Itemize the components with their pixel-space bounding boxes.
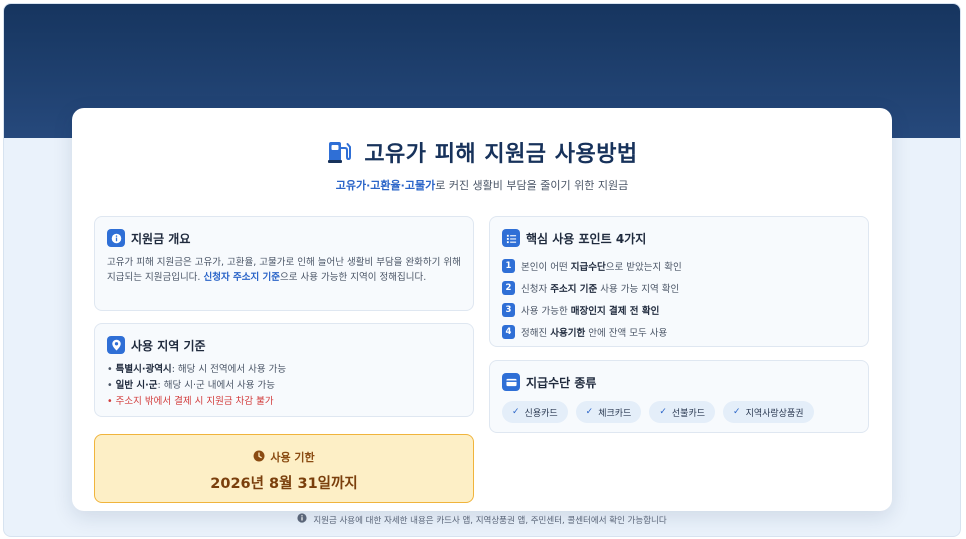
list-item: 3 사용 가능한 매장인지 결제 전 확인 — [502, 299, 856, 321]
check-icon: ✓ — [659, 407, 667, 417]
fuel-pump-icon — [326, 139, 352, 165]
point-text-part: 본인이 어떤 — [521, 262, 571, 273]
points-section: 핵심 사용 포인트 4가지 1 본인이 어떤 지급수단으로 받았는지 확인 2 신청… — [489, 216, 869, 347]
point-text-bold: 지급수단 — [570, 262, 606, 273]
deadline-head: 사용 기한 — [95, 449, 473, 465]
region-warning: • 주소지 밖에서 결제 시 지원금 차감 불가 — [107, 396, 274, 407]
card-icon — [502, 373, 520, 391]
point-text-bold: 사용기한 — [550, 328, 586, 339]
point-text-bold: 매장인지 결제 전 확인 — [570, 306, 660, 317]
chip-label: 지역사랑상품권 — [745, 408, 804, 419]
region-item-bold: 일반 시·군 — [115, 380, 158, 391]
check-icon: ✓ — [585, 407, 594, 417]
clock-icon — [253, 450, 265, 465]
point-text-part: 정해진 — [521, 328, 551, 339]
chip-label: 선불카드 — [671, 408, 706, 419]
overview-text: 고유가 피해 지원금은 고유가, 고환율, 고물가로 인해 늘어난 생활비 부담… — [107, 255, 461, 285]
region-warning-text: 주소지 밖에서 결제 시 지원금 차감 불가 — [115, 396, 274, 407]
info-icon — [107, 229, 125, 247]
overview-highlight: 신청자 주소지 기준 — [203, 272, 281, 283]
point-text-part: 사용 가능 지역 확인 — [597, 284, 680, 295]
page-frame: 고유가 피해 지원금 사용방법 고유가·고환율·고물가로 커진 생활비 부담을 … — [3, 3, 961, 537]
chip-local-voucher: ✓ 지역사랑상품권 — [723, 401, 814, 423]
deadline-label: 사용 기한 — [270, 451, 315, 464]
checklist-icon — [502, 229, 520, 247]
check-icon: ✓ — [733, 407, 741, 417]
location-pin-icon — [107, 336, 125, 354]
methods-title: 지급수단 종류 — [526, 375, 597, 390]
title-row: 고유가 피해 지원금 사용방법 — [72, 136, 892, 168]
point-text-part: 신청자 — [521, 284, 551, 295]
region-title: 사용 지역 기준 — [131, 338, 206, 353]
chip-prepaid-card: ✓ 선불카드 — [649, 401, 716, 423]
point-number: 2 — [502, 281, 515, 295]
chip-list: ✓ 신용카드 ✓ 체크카드 ✓ 선불카드 ✓ 지역사랑상품권 — [502, 401, 856, 423]
region-item-text: : 해당 시 전역에서 사용 가능 — [171, 364, 287, 375]
page-subtitle: 고유가·고환율·고물가로 커진 생활비 부담을 줄이기 위한 지원금 — [72, 177, 892, 193]
point-text: 정해진 사용기한 안에 잔액 모두 사용 — [521, 325, 667, 339]
point-number: 1 — [502, 259, 515, 273]
deadline-box: 사용 기한 2026년 8월 31일까지 — [94, 434, 474, 503]
subtitle-text: 로 커진 생활비 부담을 줄이기 위한 지원금 — [435, 179, 629, 192]
point-text: 본인이 어떤 지급수단으로 받았는지 확인 — [521, 259, 682, 273]
chip-check-card: ✓ 체크카드 — [575, 401, 642, 423]
list-item: • 일반 시·군: 해당 시·군 내에서 사용 가능 — [107, 380, 275, 391]
region-item-text: : 해당 시·군 내에서 사용 가능 — [157, 380, 275, 391]
overview-title: 지원금 개요 — [131, 231, 191, 246]
point-text-part: 안에 잔액 모두 사용 — [585, 328, 668, 339]
overview-section: 지원금 개요 고유가 피해 지원금은 고유가, 고환율, 고물가로 인해 늘어난… — [94, 216, 474, 311]
point-text: 사용 가능한 매장인지 결제 전 확인 — [521, 303, 659, 317]
info-icon — [297, 513, 307, 526]
footer-note: 지원금 사용에 대한 자세한 내용은 카드사 앱, 지역상품권 앱, 주민센터,… — [4, 513, 960, 526]
list-item: 4 정해진 사용기한 안에 잔액 모두 사용 — [502, 321, 856, 343]
subtitle-highlight: 고유가·고환율·고물가 — [335, 179, 436, 192]
main-card: 고유가 피해 지원금 사용방법 고유가·고환율·고물가로 커진 생활비 부담을 … — [72, 108, 892, 511]
chip-label: 신용카드 — [524, 408, 558, 419]
point-text: 신청자 주소지 기준 사용 가능 지역 확인 — [521, 281, 679, 295]
point-text-part: 으로 받았는지 확인 — [605, 262, 682, 273]
region-list: • 특별시·광역시: 해당 시 전역에서 사용 가능 • 일반 시·군: 해당 … — [107, 362, 461, 410]
check-icon: ✓ — [512, 407, 520, 417]
point-text-bold: 주소지 기준 — [550, 284, 598, 295]
footer-text: 지원금 사용에 대한 자세한 내용은 카드사 앱, 지역상품권 앱, 주민센터,… — [313, 515, 667, 526]
deadline-date: 2026년 8월 31일까지 — [210, 476, 358, 492]
point-number: 3 — [502, 303, 515, 317]
list-item: 2 신청자 주소지 기준 사용 가능 지역 확인 — [502, 277, 856, 299]
region-section: 사용 지역 기준 • 특별시·광역시: 해당 시 전역에서 사용 가능 • 일반… — [94, 323, 474, 417]
overview-text-part: 으로 사용 가능한 지역이 정해집니다. — [280, 272, 427, 283]
page-title: 고유가 피해 지원금 사용방법 — [364, 142, 638, 167]
region-item-bold: 특별시·광역시 — [115, 364, 172, 375]
points-list: 1 본인이 어떤 지급수단으로 받았는지 확인 2 신청자 주소지 기준 사용 가능… — [502, 255, 856, 343]
chip-credit-card: ✓ 신용카드 — [502, 401, 568, 423]
methods-section: 지급수단 종류 ✓ 신용카드 ✓ 체크카드 ✓ 선불카드 ✓ 지역사랑상품권 — [489, 360, 869, 433]
list-item: • 특별시·광역시: 해당 시 전역에서 사용 가능 — [107, 364, 287, 375]
chip-label: 체크카드 — [598, 408, 632, 419]
point-number: 4 — [502, 325, 515, 339]
points-title: 핵심 사용 포인트 4가지 — [526, 231, 647, 246]
list-item: 1 본인이 어떤 지급수단으로 받았는지 확인 — [502, 255, 856, 277]
point-text-part: 사용 가능한 — [521, 306, 571, 317]
